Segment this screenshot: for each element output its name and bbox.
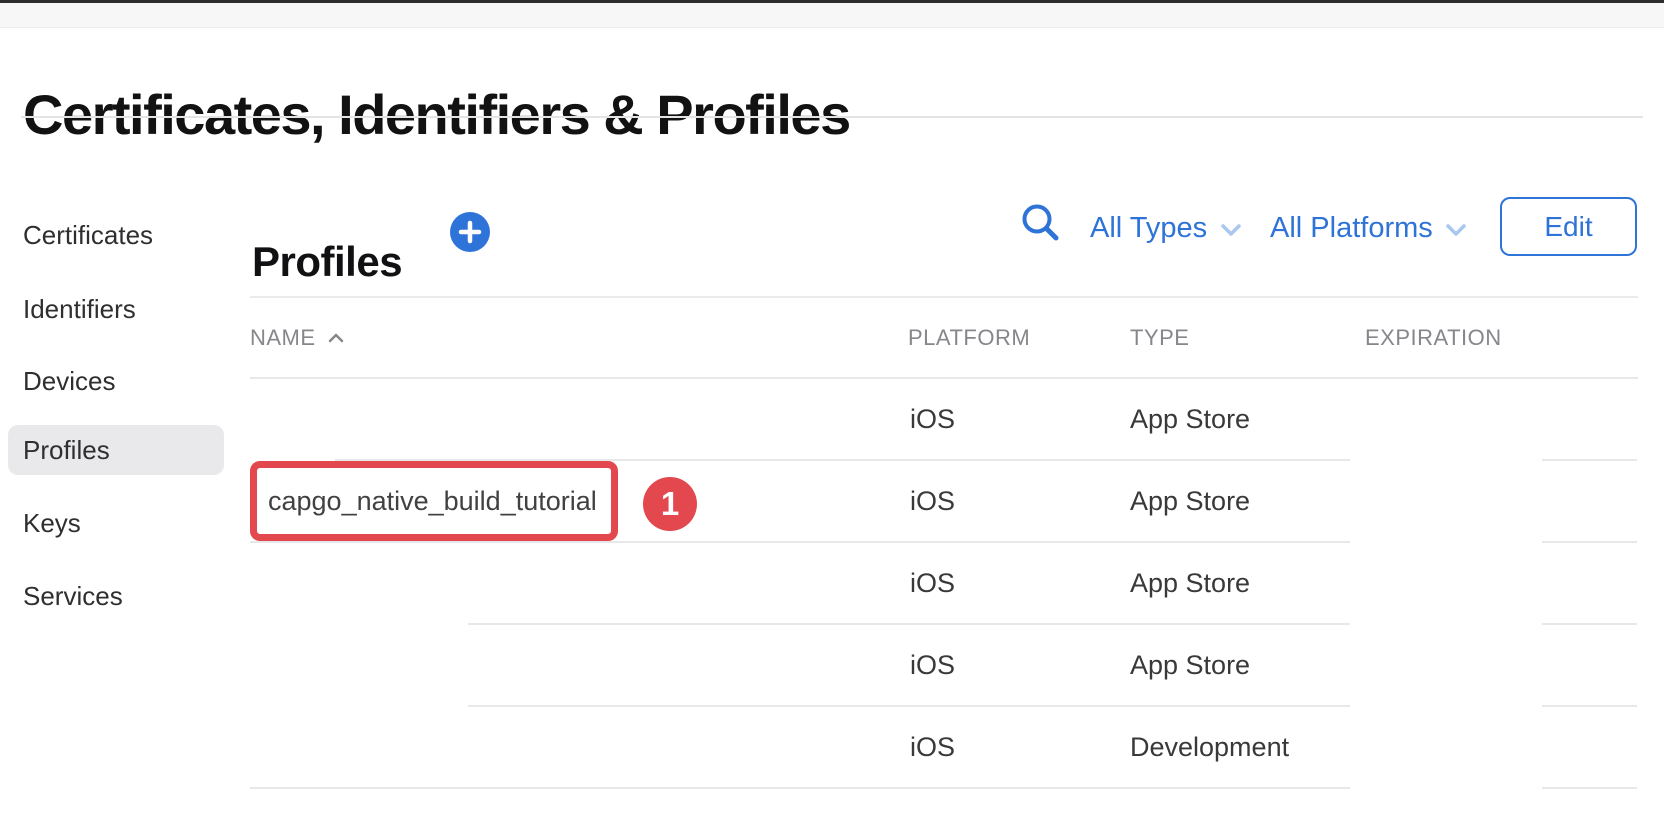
plus-circle-icon xyxy=(450,212,490,255)
cell-platform: iOS xyxy=(910,732,956,762)
sidebar-item-certificates[interactable]: Certificates xyxy=(23,217,153,253)
column-header-name[interactable]: NAME xyxy=(250,322,316,354)
cell-platform: iOS xyxy=(910,486,956,516)
filter-all-platforms[interactable]: All Platforms xyxy=(1270,210,1433,246)
cell-type: App Store xyxy=(1130,568,1251,598)
add-profile-button[interactable] xyxy=(450,212,490,252)
sidebar-item-devices[interactable]: Devices xyxy=(23,363,115,399)
cell-platform: iOS xyxy=(910,404,956,434)
sidebar-item-profiles[interactable]: Profiles xyxy=(23,432,110,468)
title-divider xyxy=(21,116,1643,118)
table-top-border xyxy=(250,296,1638,298)
table-row[interactable]: iOS App Store xyxy=(250,542,1638,624)
filter-all-types-label: All Types xyxy=(1090,212,1208,244)
cell-type: App Store xyxy=(1130,486,1251,516)
table-row[interactable]: iOS App Store xyxy=(250,624,1638,706)
chevron-down-icon xyxy=(1220,223,1242,237)
browser-chrome-bar xyxy=(0,0,1664,28)
cell-type: Development xyxy=(1130,732,1290,762)
sidebar-item-keys[interactable]: Keys xyxy=(23,505,81,541)
filter-all-platforms-label: All Platforms xyxy=(1270,212,1433,244)
cell-type: App Store xyxy=(1130,650,1251,680)
search-icon xyxy=(1018,204,1062,248)
table-row[interactable]: capgo_native_build_tutorial 1 iOS App St… xyxy=(250,460,1638,542)
chevron-down-icon xyxy=(1445,223,1467,237)
annotation-step-badge: 1 xyxy=(643,477,697,531)
cell-platform: iOS xyxy=(910,568,956,598)
cell-name: capgo_native_build_tutorial xyxy=(268,486,597,516)
column-header-type[interactable]: TYPE xyxy=(1130,322,1189,354)
column-header-platform[interactable]: PLATFORM xyxy=(908,322,1030,354)
search-button[interactable] xyxy=(1018,200,1062,244)
cell-platform: iOS xyxy=(910,650,956,680)
sidebar-item-services[interactable]: Services xyxy=(23,578,123,614)
page: Certificates, Identifiers & Profiles Cer… xyxy=(0,0,1664,826)
edit-button[interactable]: Edit xyxy=(1500,197,1637,256)
table-row[interactable]: iOS App Store xyxy=(250,378,1638,460)
column-header-expiration[interactable]: EXPIRATION xyxy=(1365,322,1502,354)
sidebar-item-identifiers[interactable]: Identifiers xyxy=(23,291,136,327)
annotation-highlight-box: capgo_native_build_tutorial xyxy=(250,461,618,541)
table-row[interactable]: iOS Development xyxy=(250,706,1638,788)
cell-type: App Store xyxy=(1130,404,1251,434)
sort-ascending-icon xyxy=(327,331,345,349)
section-heading: Profiles xyxy=(252,237,403,285)
page-title: Certificates, Identifiers & Profiles xyxy=(23,82,851,146)
filter-all-types[interactable]: All Types xyxy=(1090,210,1207,246)
